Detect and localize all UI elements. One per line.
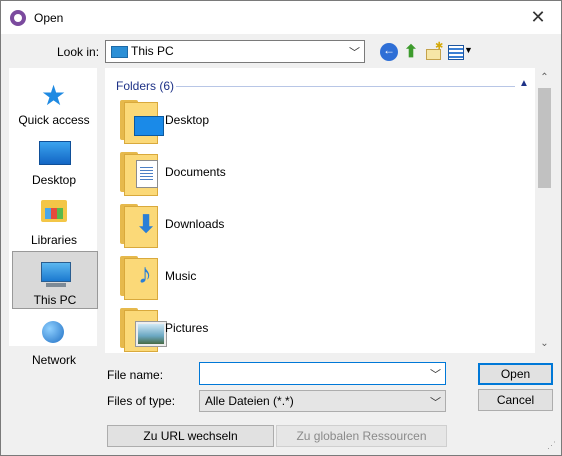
chevron-down-icon: ﹀ (349, 47, 360, 59)
group-divider (176, 86, 515, 87)
list-item-music[interactable]: ♪ Music (115, 254, 315, 302)
view-menu-icon[interactable]: ▼ (448, 43, 474, 61)
downloads-folder-icon: ⬇ (120, 202, 158, 248)
list-item-label: Pictures (165, 321, 209, 335)
place-label: This PC (33, 293, 77, 307)
scroll-thumb[interactable] (538, 88, 551, 188)
list-item-label: Downloads (165, 217, 225, 231)
open-button[interactable]: Open (478, 363, 553, 385)
list-item-pictures[interactable]: Pictures (115, 306, 315, 353)
place-network[interactable]: Network (12, 312, 96, 368)
open-dialog: Open ✕ Look in: This PC ﹀ ⬆ ✱ ▼ ★ Quick … (0, 0, 562, 456)
place-label: Quick access (18, 113, 90, 127)
place-this-pc[interactable]: This PC (12, 251, 98, 309)
new-folder-icon[interactable]: ✱ (425, 41, 443, 61)
group-header[interactable]: Folders (6) (116, 79, 174, 93)
this-pc-icon (41, 262, 71, 287)
list-item-label: Documents (165, 165, 226, 179)
documents-folder-icon (120, 150, 158, 196)
close-icon[interactable]: ✕ (515, 1, 561, 34)
resize-grip-icon[interactable]: ⋰ (547, 440, 559, 452)
list-item-desktop[interactable]: Desktop (115, 98, 315, 146)
go-to-global-resources-button: Zu globalen Ressourcen (276, 425, 447, 447)
file-list[interactable]: Folders (6) ▲ Desktop Documents ⬇ Downlo… (105, 68, 535, 353)
this-pc-small-icon (111, 46, 128, 58)
places-bar: ★ Quick access Desktop Libraries This PC… (9, 68, 98, 367)
desktop-folder-icon (120, 98, 164, 144)
look-in-value: This PC (131, 44, 174, 58)
collapse-group-icon[interactable]: ▲ (519, 78, 529, 89)
go-to-url-button[interactable]: Zu URL wechseln (107, 425, 274, 447)
pictures-folder-icon (120, 306, 167, 352)
file-type-label: Files of type: (107, 394, 176, 408)
file-type-dropdown[interactable]: Alle Dateien (*.*) ﹀ (199, 390, 446, 412)
back-icon[interactable] (380, 43, 398, 61)
title-bar: Open ✕ (1, 1, 561, 34)
place-label: Desktop (31, 173, 77, 187)
list-item-label: Music (165, 269, 197, 283)
vertical-scrollbar[interactable]: ⌃ ⌄ (536, 68, 553, 353)
place-quick-access[interactable]: ★ Quick access (12, 72, 96, 128)
chevron-down-icon[interactable]: ﹀ (430, 366, 441, 382)
network-icon (42, 321, 64, 343)
desktop-icon (39, 141, 71, 165)
file-type-value: Alle Dateien (*.*) (205, 394, 294, 408)
place-label: Network (31, 353, 76, 367)
up-folder-icon[interactable]: ⬆ (402, 43, 420, 61)
chevron-down-icon: ﹀ (430, 397, 441, 409)
window-title: Open (34, 11, 64, 25)
look-in-dropdown[interactable]: This PC ﹀ (105, 40, 365, 63)
place-libraries[interactable]: Libraries (12, 192, 96, 248)
look-in-label: Look in: (57, 45, 100, 59)
scroll-up-icon[interactable]: ⌃ (536, 70, 553, 86)
file-name-input[interactable]: ﹀ (199, 362, 446, 385)
quick-access-icon: ★ (41, 80, 67, 111)
file-name-label: File name: (107, 368, 164, 382)
libraries-icon (41, 200, 67, 222)
list-item-downloads[interactable]: ⬇ Downloads (115, 202, 315, 250)
cancel-button[interactable]: Cancel (478, 389, 553, 411)
app-icon (10, 10, 26, 26)
music-folder-icon: ♪ (120, 254, 158, 300)
list-item-label: Desktop (165, 113, 210, 127)
place-label: Libraries (30, 233, 78, 247)
scroll-down-icon[interactable]: ⌄ (536, 336, 553, 352)
list-item-documents[interactable]: Documents (115, 150, 315, 198)
place-desktop[interactable]: Desktop (12, 132, 96, 188)
